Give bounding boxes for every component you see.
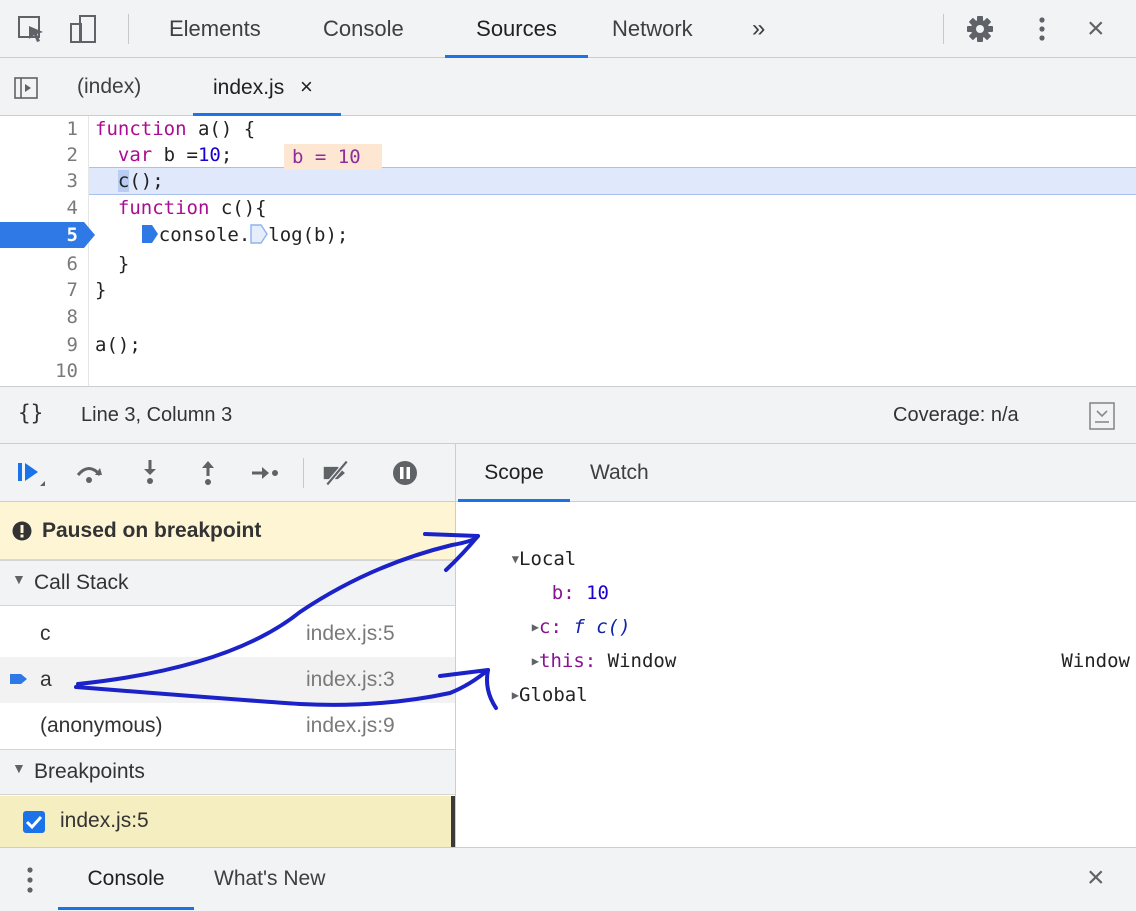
more-options-icon[interactable] bbox=[1027, 14, 1057, 44]
code-line: } bbox=[95, 253, 130, 275]
inline-breakpoint-icon[interactable] bbox=[250, 224, 269, 244]
breakpoint-item[interactable]: index.js:5 bbox=[0, 796, 455, 847]
code-line-current: c(); bbox=[117, 170, 164, 192]
line-number[interactable]: 7 bbox=[20, 277, 78, 303]
call-stack-header[interactable]: ▼ Call Stack bbox=[0, 560, 455, 606]
frame-location[interactable]: index.js:5 bbox=[306, 622, 395, 646]
tab-sources[interactable]: Sources bbox=[445, 0, 588, 58]
toolbar-divider bbox=[128, 14, 129, 44]
frame-location[interactable]: index.js:9 bbox=[306, 714, 395, 738]
step-out-icon[interactable] bbox=[193, 458, 223, 488]
code-line: var b =10; bbox=[117, 144, 233, 166]
file-tab-index[interactable]: (index) bbox=[77, 58, 141, 116]
current-frame-arrow-icon bbox=[10, 674, 27, 684]
deactivate-breakpoints-icon[interactable] bbox=[322, 458, 352, 488]
scope-local-row[interactable]: ▼Local bbox=[466, 508, 576, 570]
scope-global-row[interactable]: ▶Global Window bbox=[466, 644, 1130, 706]
line-number[interactable]: 1 bbox=[20, 116, 78, 142]
line-number[interactable]: 4 bbox=[20, 195, 78, 221]
toggle-navigator-icon[interactable] bbox=[14, 77, 38, 99]
current-execution-line-highlight bbox=[88, 167, 1136, 195]
scope-pane: ▼Local b: 10 ▶c: f c() ▶this: Window ▶Gl… bbox=[455, 502, 1136, 847]
pause-on-exceptions-icon[interactable] bbox=[390, 458, 420, 488]
gear-icon[interactable] bbox=[965, 14, 995, 44]
line-number[interactable]: 10 bbox=[20, 358, 78, 384]
drawer-tab-bar: Console What's New × bbox=[0, 847, 1136, 911]
call-frame[interactable]: (anonymous) index.js:9 bbox=[0, 703, 455, 749]
frame-location[interactable]: index.js:3 bbox=[306, 668, 395, 692]
coverage-status: Coverage: n/a bbox=[893, 404, 1019, 426]
inline-breakpoint-icon[interactable] bbox=[141, 224, 159, 244]
tab-console[interactable]: Console bbox=[323, 0, 404, 58]
more-tabs-button[interactable]: » bbox=[752, 0, 765, 58]
frame-name: a bbox=[40, 668, 52, 691]
paused-message: Paused on breakpoint bbox=[0, 502, 455, 560]
devtools-tab-bar: Elements Console Sources Network » × bbox=[0, 0, 1136, 58]
frame-name: (anonymous) bbox=[40, 714, 163, 737]
toolbar-divider bbox=[943, 14, 944, 44]
line-number[interactable]: 6 bbox=[20, 251, 78, 277]
info-icon bbox=[12, 521, 32, 541]
call-frame-selected[interactable]: a index.js:3 bbox=[0, 657, 455, 703]
line-number-current[interactable]: 5 bbox=[20, 222, 78, 248]
tab-scope[interactable]: Scope bbox=[458, 444, 570, 502]
frame-name: c bbox=[40, 622, 51, 645]
code-line: function c(){ bbox=[117, 197, 267, 219]
breakpoints-title: Breakpoints bbox=[34, 760, 145, 783]
code-line: a(); bbox=[95, 334, 141, 356]
step-over-icon[interactable] bbox=[74, 458, 104, 488]
scope-variable[interactable]: b: 10 bbox=[506, 542, 609, 604]
file-tab-index-js[interactable]: index.js × bbox=[193, 58, 341, 116]
toolbar-divider bbox=[303, 458, 304, 488]
scope-tab-bar: Scope Watch bbox=[455, 444, 1136, 502]
drawer-menu-icon[interactable] bbox=[23, 865, 37, 895]
tab-elements[interactable]: Elements bbox=[169, 0, 261, 58]
step-icon[interactable] bbox=[250, 458, 280, 488]
code-line: function a() { bbox=[95, 118, 256, 140]
breakpoint-label: index.js:5 bbox=[60, 809, 149, 832]
line-number[interactable]: 8 bbox=[20, 304, 78, 330]
line-number[interactable]: 9 bbox=[20, 332, 78, 358]
cursor-position: Line 3, Column 3 bbox=[81, 404, 233, 426]
tab-network[interactable]: Network bbox=[612, 0, 693, 58]
resume-icon[interactable] bbox=[16, 458, 46, 488]
debugger-toolbar bbox=[0, 444, 455, 502]
line-number[interactable]: 2 bbox=[20, 142, 78, 168]
file-tab-bar: (index) index.js × bbox=[0, 58, 1136, 116]
scope-variable[interactable]: ▶c: f c() bbox=[486, 576, 631, 638]
step-into-icon[interactable] bbox=[135, 458, 165, 488]
pretty-print-button[interactable]: {} bbox=[18, 401, 43, 425]
call-frame[interactable]: c index.js:5 bbox=[0, 611, 455, 657]
device-toolbar-icon[interactable] bbox=[68, 14, 98, 44]
breakpoint-checkbox[interactable] bbox=[22, 810, 46, 834]
collapsed-triangle-icon: ▶ bbox=[511, 688, 519, 702]
inspect-element-icon[interactable] bbox=[16, 14, 46, 44]
close-devtools-button[interactable]: × bbox=[1087, 12, 1105, 46]
scope-variable[interactable]: ▶this: Window bbox=[486, 610, 677, 672]
expand-triangle-icon: ▼ bbox=[12, 571, 26, 587]
expand-triangle-icon: ▼ bbox=[12, 760, 26, 776]
drawer-tab-console[interactable]: Console bbox=[58, 848, 194, 910]
close-drawer-button[interactable]: × bbox=[1087, 861, 1105, 895]
close-tab-icon[interactable]: × bbox=[300, 74, 313, 99]
file-tab-label: index.js bbox=[213, 76, 285, 99]
editor-status-bar: {} Line 3, Column 3 Coverage: n/a bbox=[0, 386, 1136, 444]
drawer-tab-whats-new[interactable]: What's New bbox=[214, 848, 325, 910]
paused-text: Paused on breakpoint bbox=[42, 519, 262, 542]
breakpoints-header[interactable]: ▼ Breakpoints bbox=[0, 749, 455, 795]
call-stack-title: Call Stack bbox=[34, 571, 129, 594]
scope-global-label: Global bbox=[519, 684, 588, 706]
coverage-toggle-icon[interactable] bbox=[1089, 402, 1115, 430]
inline-variable-value: b = 10 bbox=[284, 144, 382, 170]
code-line: } bbox=[95, 279, 107, 301]
tab-watch[interactable]: Watch bbox=[590, 444, 649, 502]
code-line: console. log(b); bbox=[95, 222, 348, 248]
line-number[interactable]: 3 bbox=[20, 168, 78, 194]
scope-global-value: Window bbox=[1061, 650, 1130, 672]
gutter-divider bbox=[88, 116, 89, 386]
